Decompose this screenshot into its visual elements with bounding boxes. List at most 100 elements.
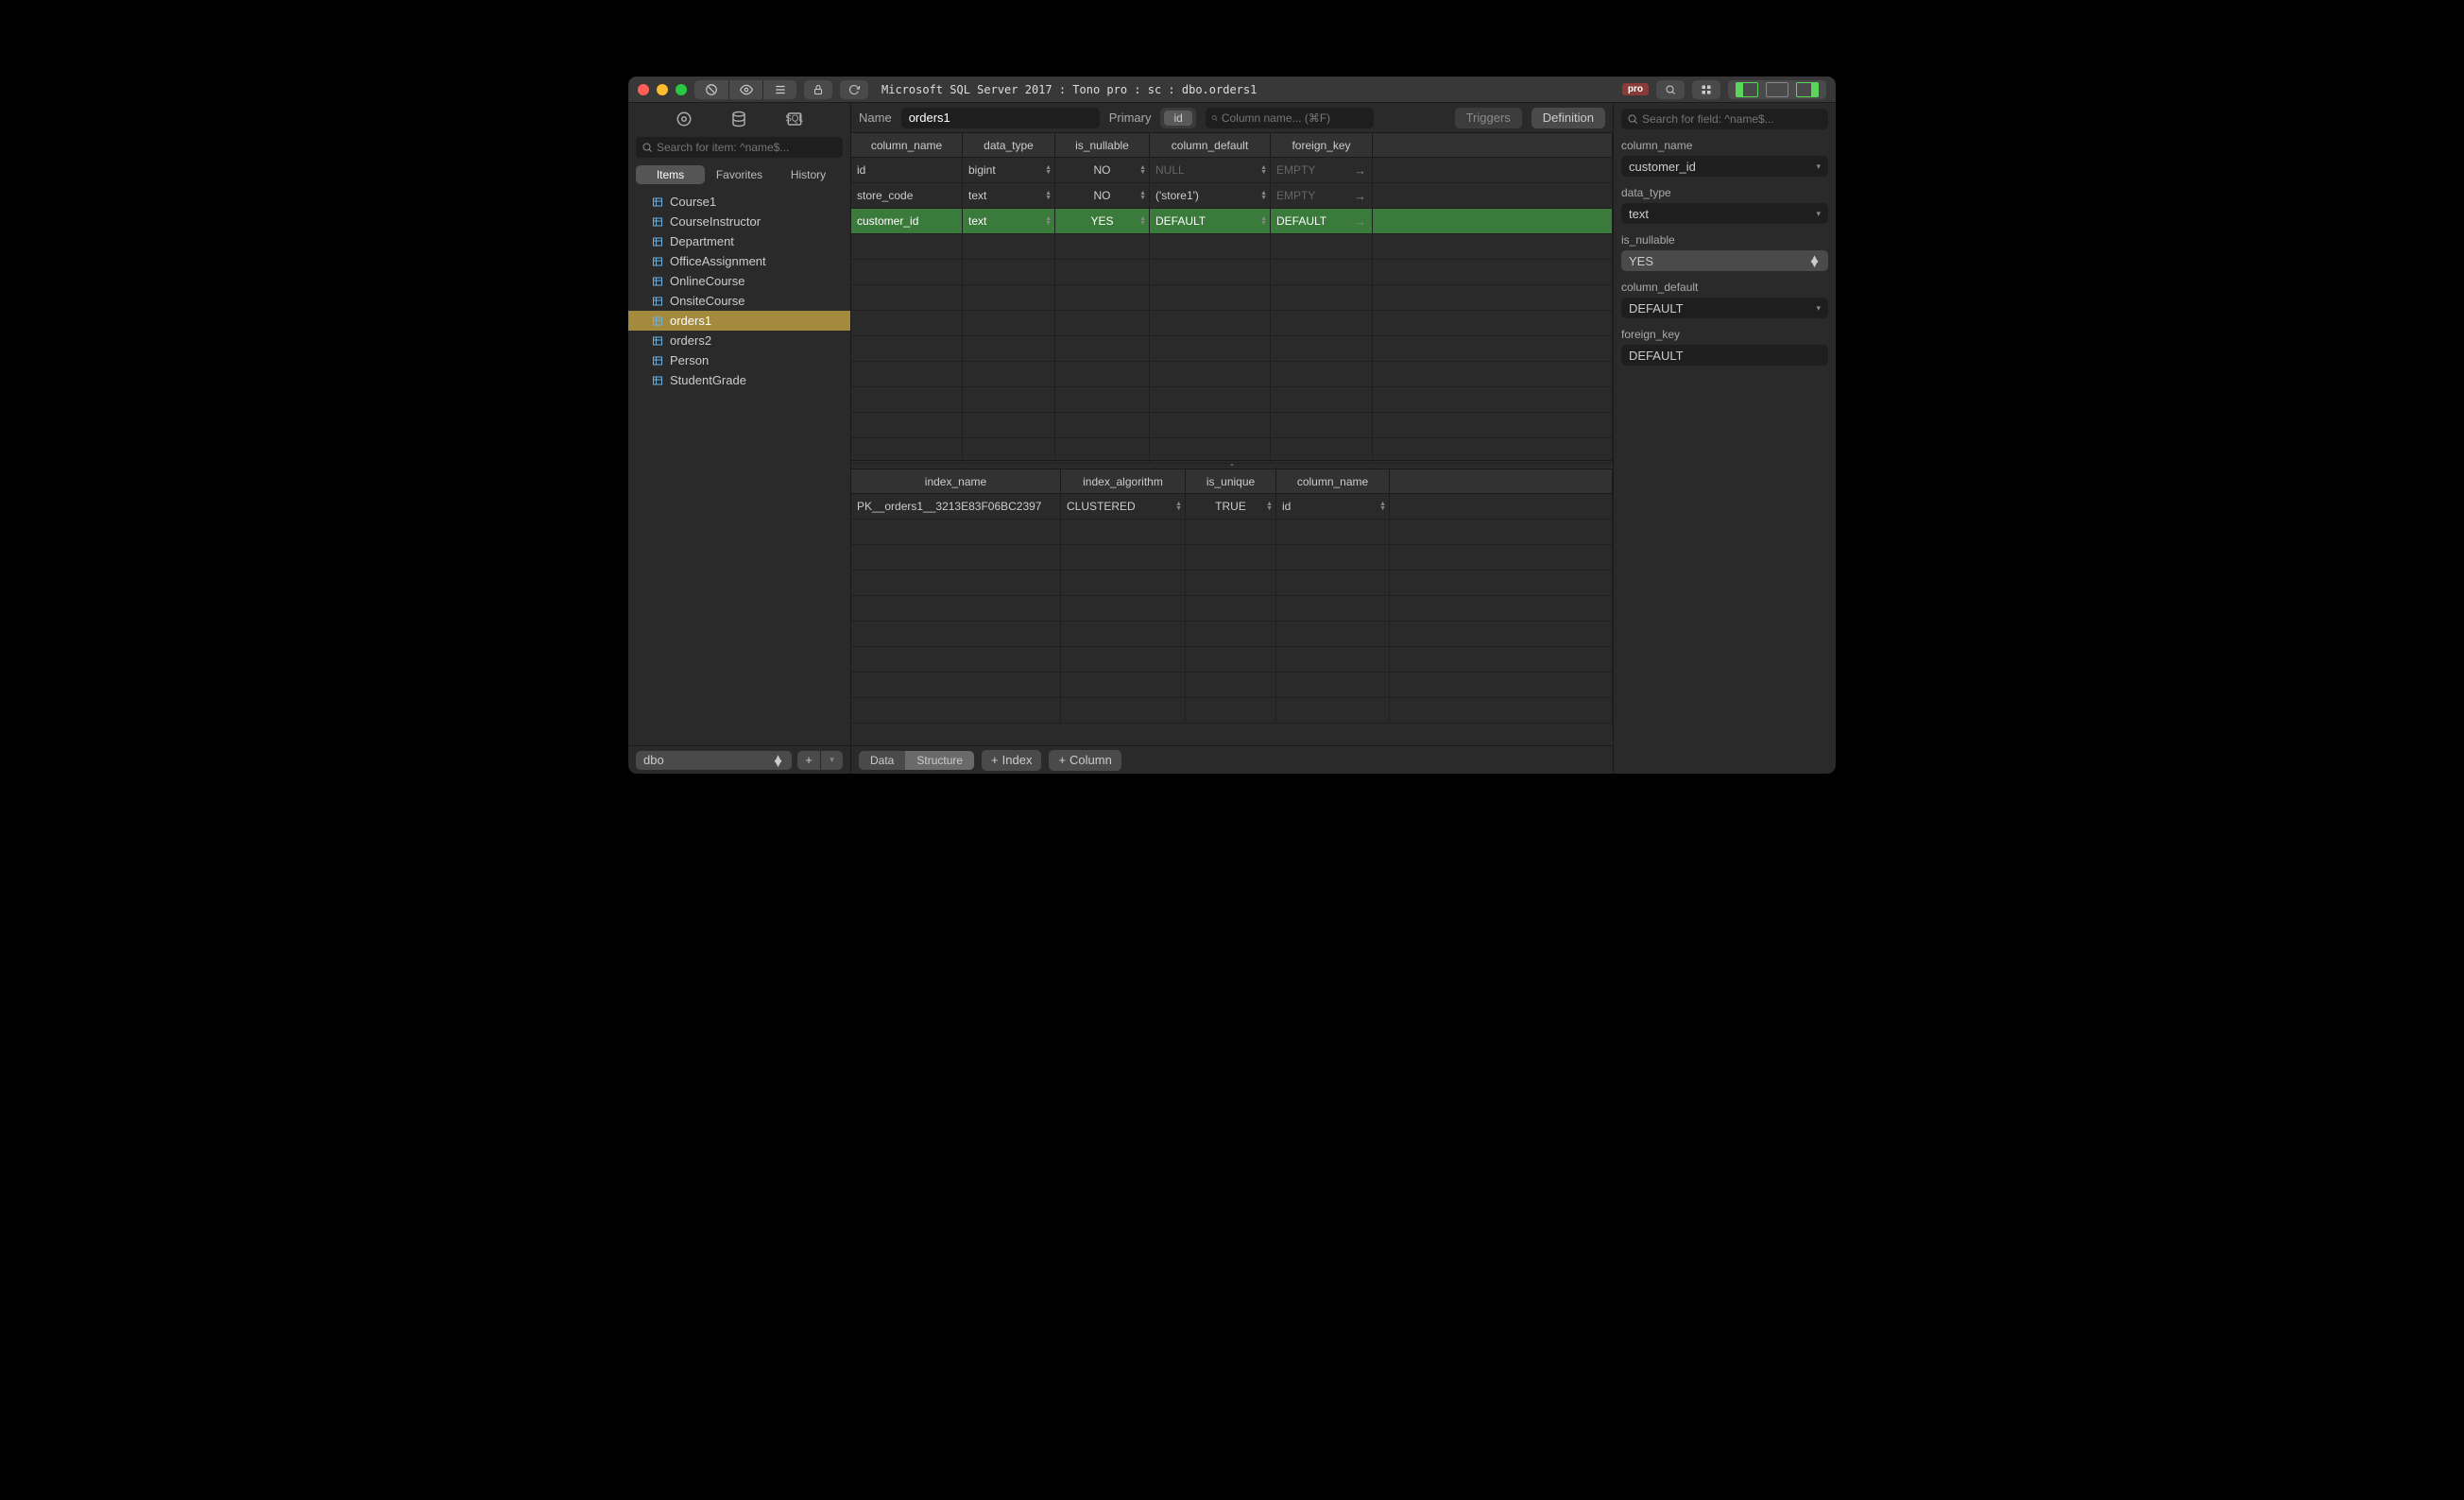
primary-label: Primary: [1109, 111, 1152, 125]
header-column-default[interactable]: column_default: [1150, 133, 1271, 157]
insp-field-is-nullable[interactable]: YES▲▼: [1621, 250, 1828, 271]
structure-tab[interactable]: Structure: [905, 751, 974, 770]
cell-column-default[interactable]: ('store1')▲▼: [1150, 183, 1271, 208]
cell-is-nullable[interactable]: YES▲▼: [1055, 209, 1150, 233]
cell-column-default[interactable]: DEFAULT▲▼: [1150, 209, 1271, 233]
stepper-icon[interactable]: ▲▼: [1379, 502, 1386, 511]
eye-icon[interactable]: [728, 80, 762, 99]
add-index-button[interactable]: +Index: [982, 750, 1041, 771]
sidebar-item-onlinecourse[interactable]: OnlineCourse: [628, 271, 850, 291]
right-panel-toggle[interactable]: [1796, 82, 1819, 97]
zoom-window[interactable]: [676, 84, 687, 95]
header-column-name[interactable]: column_name: [851, 133, 963, 157]
insp-field-foreign-key[interactable]: DEFAULT: [1621, 345, 1828, 366]
sidebar-item-course1[interactable]: Course1: [628, 192, 850, 212]
cell-index-name[interactable]: PK__orders1__3213E83F06BC2397: [851, 494, 1061, 519]
left-panel-toggle[interactable]: [1736, 82, 1758, 97]
empty-row: [851, 698, 1613, 724]
tab-favorites[interactable]: Favorites: [705, 165, 774, 184]
primary-key-field[interactable]: id: [1160, 108, 1195, 128]
database-icon[interactable]: [730, 111, 747, 128]
column-row[interactable]: store_codetext▲▼NO▲▼('store1')▲▼EMPTY→: [851, 183, 1613, 209]
cell-column-name[interactable]: customer_id: [851, 209, 963, 233]
column-row[interactable]: customer_idtext▲▼YES▲▼DEFAULT▲▼DEFAULT→: [851, 209, 1613, 234]
stepper-icon[interactable]: ▲▼: [1260, 191, 1267, 200]
column-row[interactable]: idbigint▲▼NO▲▼NULL▲▼EMPTY→: [851, 158, 1613, 183]
schema-select[interactable]: dbo ▲▼: [636, 751, 792, 770]
header-is-nullable[interactable]: is_nullable: [1055, 133, 1150, 157]
cell-column-default[interactable]: NULL▲▼: [1150, 158, 1271, 182]
cell-is-nullable[interactable]: NO▲▼: [1055, 158, 1150, 182]
cell-index-column[interactable]: id▲▼: [1276, 494, 1390, 519]
header-index-name[interactable]: index_name: [851, 469, 1061, 493]
cell-is-nullable[interactable]: NO▲▼: [1055, 183, 1150, 208]
stepper-icon[interactable]: ▲▼: [1139, 216, 1146, 226]
stepper-icon[interactable]: ▲▼: [1266, 502, 1273, 511]
column-search-input[interactable]: [1222, 111, 1368, 125]
header-index-column[interactable]: column_name: [1276, 469, 1390, 493]
stepper-icon[interactable]: ▲▼: [1045, 165, 1052, 175]
bottom-panel-toggle[interactable]: [1766, 82, 1788, 97]
list-icon[interactable]: [762, 80, 796, 99]
cell-column-name[interactable]: store_code: [851, 183, 963, 208]
inspector-search[interactable]: [1621, 109, 1828, 129]
more-button[interactable]: ▾: [820, 751, 843, 770]
add-column-button[interactable]: +Column: [1049, 750, 1121, 771]
sidebar-item-orders2[interactable]: orders2: [628, 331, 850, 350]
stepper-icon[interactable]: ▲▼: [1139, 191, 1146, 200]
sidebar-search[interactable]: [636, 137, 843, 158]
grid-icon[interactable]: [1692, 80, 1720, 99]
sidebar-item-courseinstructor[interactable]: CourseInstructor: [628, 212, 850, 231]
table-label: orders1: [670, 314, 711, 328]
index-row[interactable]: PK__orders1__3213E83F06BC2397CLUSTERED▲▼…: [851, 494, 1613, 520]
tab-history[interactable]: History: [774, 165, 843, 184]
disconnect-icon[interactable]: [694, 80, 728, 99]
sidebar-item-studentgrade[interactable]: StudentGrade: [628, 370, 850, 390]
sidebar-item-person[interactable]: Person: [628, 350, 850, 370]
cell-data-type[interactable]: text▲▼: [963, 183, 1055, 208]
search-icon[interactable]: [1656, 80, 1685, 99]
close-window[interactable]: [638, 84, 649, 95]
stepper-icon[interactable]: ▲▼: [1260, 165, 1267, 175]
cell-index-algorithm[interactable]: CLUSTERED▲▼: [1061, 494, 1186, 519]
stepper-icon[interactable]: ▲▼: [1045, 216, 1052, 226]
data-tab[interactable]: Data: [859, 751, 905, 770]
panel-toggles: [1728, 80, 1826, 99]
cell-data-type[interactable]: text▲▼: [963, 209, 1055, 233]
sidebar-item-department[interactable]: Department: [628, 231, 850, 251]
column-search[interactable]: [1206, 108, 1374, 128]
refresh-icon[interactable]: [840, 80, 868, 99]
definition-button[interactable]: Definition: [1531, 108, 1605, 128]
sidebar-search-input[interactable]: [657, 141, 837, 154]
sql-icon[interactable]: SQL: [786, 111, 803, 128]
cell-foreign-key[interactable]: DEFAULT→: [1271, 209, 1373, 233]
stepper-icon[interactable]: ▲▼: [1045, 191, 1052, 200]
lock-icon[interactable]: [804, 80, 832, 99]
name-input[interactable]: [901, 108, 1100, 128]
stepper-icon[interactable]: ▲▼: [1175, 502, 1182, 511]
cell-column-name[interactable]: id: [851, 158, 963, 182]
triggers-button[interactable]: Triggers: [1455, 108, 1522, 128]
stepper-icon[interactable]: ▲▼: [1139, 165, 1146, 175]
cell-is-unique[interactable]: TRUE▲▼: [1186, 494, 1276, 519]
cell-data-type[interactable]: bigint▲▼: [963, 158, 1055, 182]
sidebar-item-onsitecourse[interactable]: OnsiteCourse: [628, 291, 850, 311]
header-index-algorithm[interactable]: index_algorithm: [1061, 469, 1186, 493]
connection-icon[interactable]: [676, 111, 693, 128]
table-label: OnsiteCourse: [670, 294, 744, 308]
insp-field-column-name[interactable]: customer_id▾: [1621, 156, 1828, 177]
tab-items[interactable]: Items: [636, 165, 705, 184]
sidebar-item-orders1[interactable]: orders1: [628, 311, 850, 331]
header-is-unique[interactable]: is_unique: [1186, 469, 1276, 493]
sidebar-item-officeassignment[interactable]: OfficeAssignment: [628, 251, 850, 271]
add-button[interactable]: +: [797, 751, 820, 770]
cell-foreign-key[interactable]: EMPTY→: [1271, 183, 1373, 208]
inspector-search-input[interactable]: [1642, 112, 1822, 126]
minimize-window[interactable]: [657, 84, 668, 95]
cell-foreign-key[interactable]: EMPTY→: [1271, 158, 1373, 182]
header-foreign-key[interactable]: foreign_key: [1271, 133, 1373, 157]
insp-field-data-type[interactable]: text▾: [1621, 203, 1828, 224]
insp-field-column-default[interactable]: DEFAULT▾: [1621, 298, 1828, 318]
header-data-type[interactable]: data_type: [963, 133, 1055, 157]
stepper-icon[interactable]: ▲▼: [1260, 216, 1267, 226]
